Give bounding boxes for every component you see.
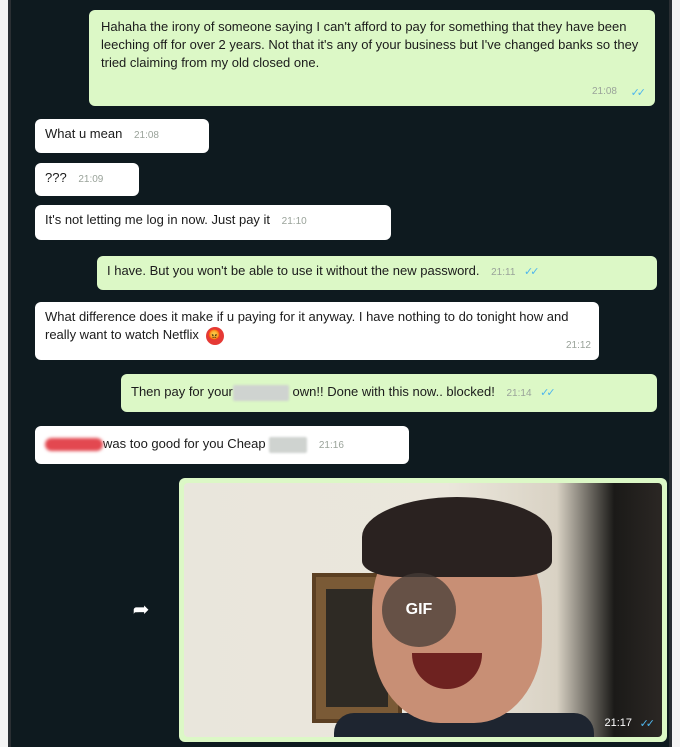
redacted-word (232, 384, 289, 401)
message-time: 21:14 (506, 388, 532, 399)
message-text: I have. But you won't be able to use it … (107, 263, 480, 278)
message-outgoing[interactable]: I have. But you won't be able to use it … (97, 256, 657, 290)
message-incoming[interactable]: What difference does it make if u paying… (35, 302, 599, 360)
message-text: What u mean (45, 126, 123, 141)
chat-screen: Hahaha the irony of someone saying I can… (8, 0, 672, 747)
message-incoming[interactable]: What u mean 21:08 (35, 119, 209, 153)
message-time: 21:09 (78, 174, 104, 185)
message-text: What difference does it make if u paying… (45, 309, 569, 342)
message-incoming[interactable]: was too good for you Cheap 21:16 (35, 426, 409, 464)
message-incoming[interactable]: ??? 21:09 (35, 163, 139, 196)
message-text: Hahaha the irony of someone saying I can… (101, 19, 639, 70)
message-time: 21:10 (281, 216, 307, 227)
message-time: 21:08 (591, 86, 617, 97)
message-outgoing-gif[interactable]: GIF 21:17 ✓✓ (179, 478, 667, 742)
message-incoming[interactable]: It's not letting me log in now. Just pay… (35, 205, 391, 240)
message-time: 21:12 (565, 340, 591, 351)
double-check-icon: ✓✓ (524, 266, 540, 278)
message-time: 21:17 (604, 717, 632, 729)
double-check-icon: ✓✓ (540, 387, 556, 399)
person-hair (362, 497, 552, 577)
message-time: 21:08 (133, 130, 159, 141)
message-text: own!! Done with this now.. blocked! (292, 384, 495, 399)
message-outgoing[interactable]: Hahaha the irony of someone saying I can… (89, 10, 655, 106)
message-text: Then pay for your (131, 384, 233, 399)
gif-play-badge[interactable]: GIF (382, 573, 456, 647)
angry-face-emoji-icon: 😡 (205, 326, 224, 345)
gif-thumbnail[interactable]: GIF 21:17 ✓✓ (184, 483, 662, 737)
message-time: 21:16 (318, 440, 344, 451)
redacted-name (45, 438, 103, 452)
double-check-icon: ✓✓ (639, 718, 656, 730)
double-check-icon: ✓✓ (630, 87, 647, 99)
message-text: It's not letting me log in now. Just pay… (45, 212, 271, 227)
message-text: was too good for you Cheap (103, 436, 266, 451)
forward-arrow-icon[interactable]: ➦ (123, 592, 159, 628)
redacted-word (269, 436, 308, 453)
message-text: ??? (45, 170, 67, 185)
message-time: 21:11 (491, 267, 516, 278)
message-outgoing[interactable]: Then pay for your own!! Done with this n… (121, 374, 657, 412)
